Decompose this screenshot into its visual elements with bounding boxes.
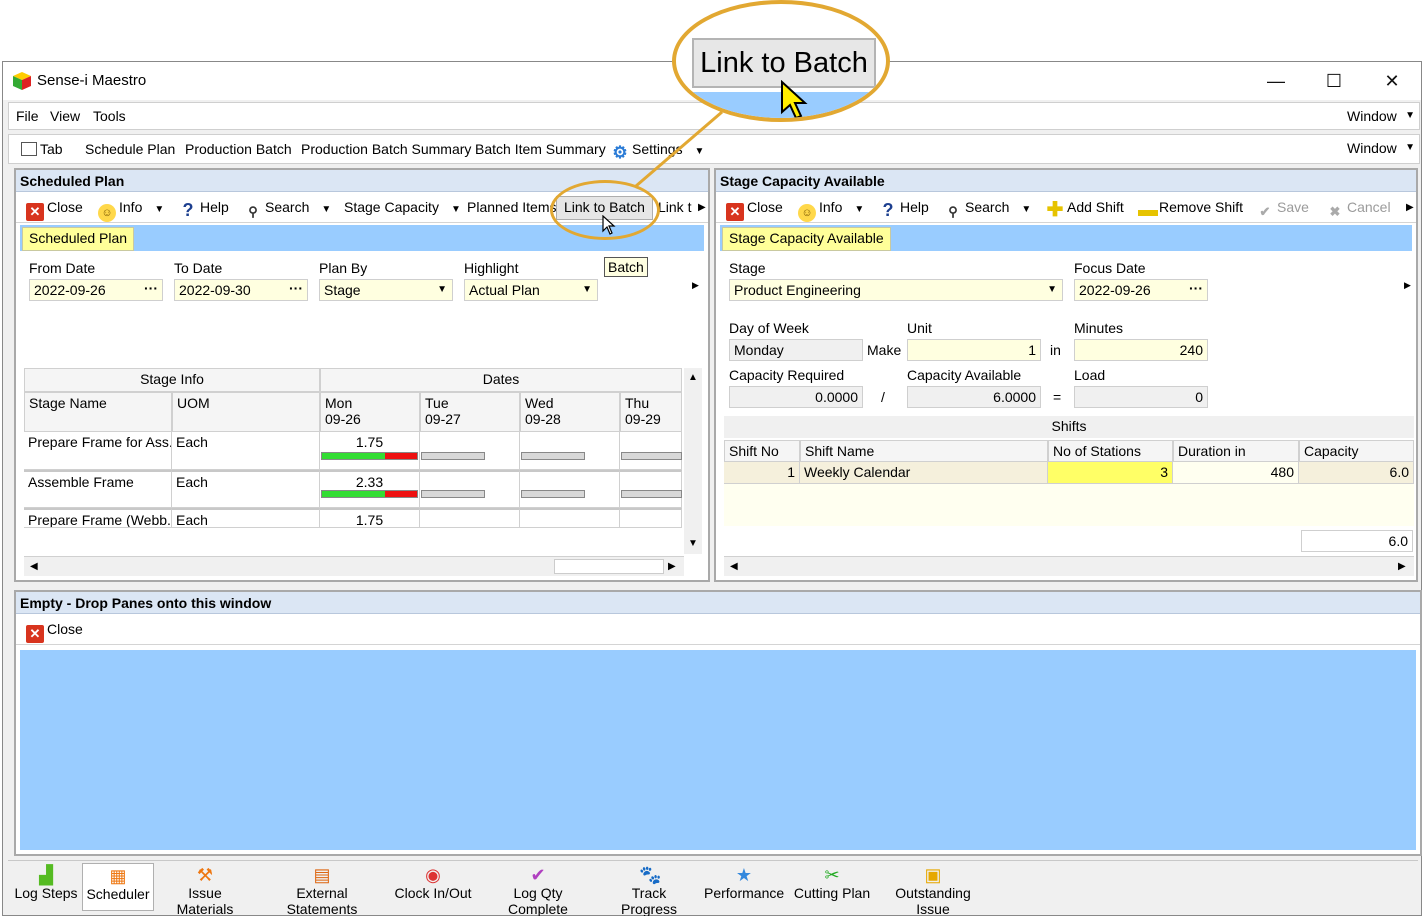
cursor-arrow-icon — [781, 80, 808, 118]
zoom-callout: Link to Batch — [672, 0, 890, 122]
cursor-arrow-icon — [602, 215, 616, 235]
callout-connector — [635, 110, 723, 188]
